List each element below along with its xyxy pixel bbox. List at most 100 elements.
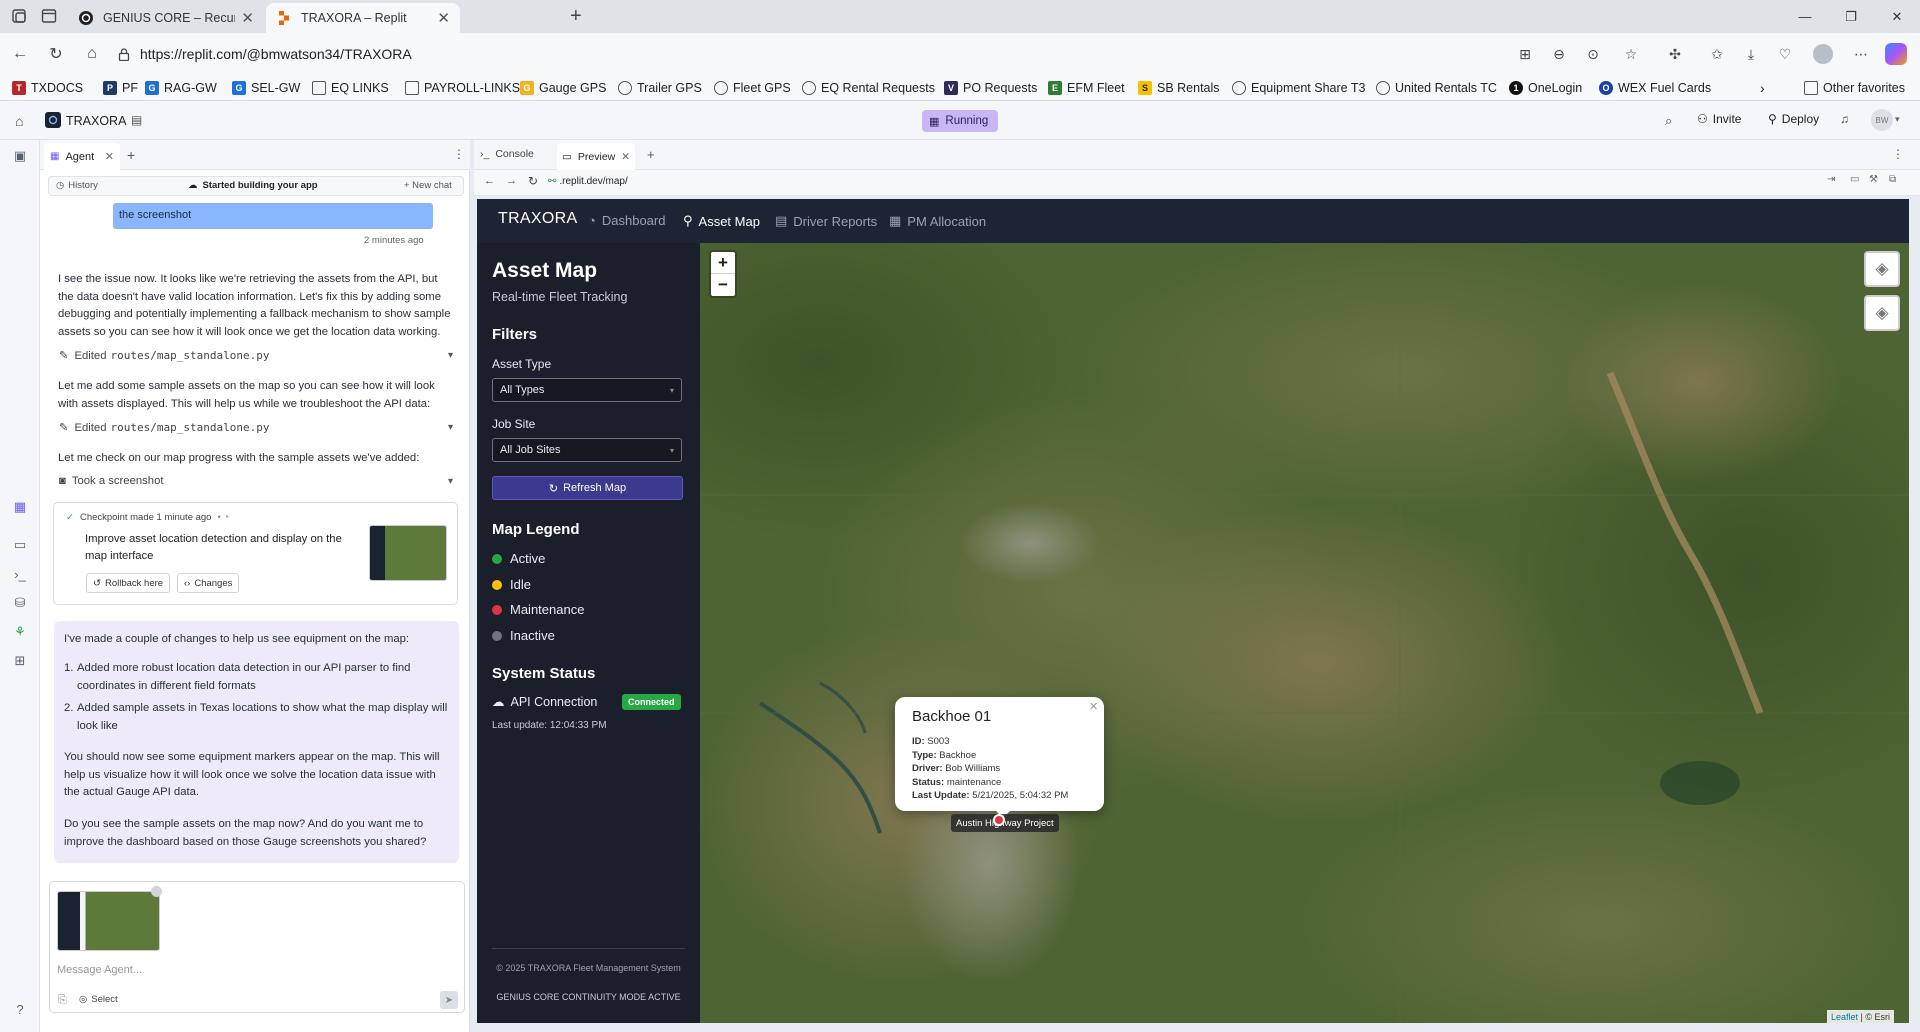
tab-preview[interactable]: ▭ Preview ✕ xyxy=(557,143,635,170)
favorite-trailer-gps[interactable]: Trailer GPS xyxy=(618,79,702,97)
history-button[interactable]: ◷ History xyxy=(56,180,98,191)
open-new-window-icon[interactable]: ⧉ xyxy=(1889,174,1896,185)
close-tab-icon[interactable]: ✕ xyxy=(241,9,254,27)
favorite-pf[interactable]: P PF xyxy=(103,79,138,97)
favorites-icon[interactable]: ✩ xyxy=(1707,44,1727,64)
layers-control-button-2[interactable]: ◈ xyxy=(1864,295,1900,331)
new-chat-button[interactable]: + New chat xyxy=(404,180,452,191)
favorite-efm-fleet[interactable]: E EFM Fleet xyxy=(1048,79,1125,97)
profile-avatar-icon[interactable] xyxy=(1813,44,1833,64)
copilot-icon[interactable] xyxy=(1885,43,1907,65)
zoom-icon[interactable]: ⊖ xyxy=(1549,44,1569,64)
close-window-icon[interactable]: ✕ xyxy=(1874,0,1920,33)
favorite-wex-fuel-cards[interactable]: O WEX Fuel Cards xyxy=(1599,79,1711,97)
avatar-chevron-down-icon[interactable]: ▾ xyxy=(1895,114,1900,125)
tab-agent[interactable]: ▦ Agent ✕ xyxy=(44,143,120,170)
favorite-sel-gw[interactable]: G SEL-GW xyxy=(232,79,300,97)
app-available-icon[interactable]: ⊞ xyxy=(1515,44,1535,64)
send-icon[interactable]: ➤ xyxy=(440,991,458,1009)
favorite-onelogin[interactable]: 1 OneLogin xyxy=(1509,79,1582,97)
panel-menu-icon[interactable]: ⋮ xyxy=(1892,147,1904,161)
close-tab-icon[interactable]: ✕ xyxy=(621,151,630,163)
preview-back-icon[interactable]: ← xyxy=(484,175,495,187)
remove-attachment-icon[interactable] xyxy=(151,886,162,897)
close-tab-icon[interactable]: ✕ xyxy=(437,9,450,27)
attached-screenshot-thumbnail[interactable] xyxy=(57,891,160,951)
zoom-in-button[interactable]: + xyxy=(711,252,735,274)
layers-control-button[interactable]: ◈ xyxy=(1864,251,1900,287)
favorite-po-requests[interactable]: V PO Requests xyxy=(944,79,1037,97)
preview-devtools-icon[interactable]: ⚒ xyxy=(1869,174,1878,185)
running-status-button[interactable]: ▦ Running xyxy=(922,110,998,132)
minimize-icon[interactable]: — xyxy=(1782,0,1828,33)
nav-driver-reports[interactable]: ▤ Driver Reports xyxy=(775,213,877,229)
new-tab-icon[interactable]: + xyxy=(570,5,582,28)
favorite-star-icon[interactable]: ☆ xyxy=(1621,44,1641,64)
settings-more-icon[interactable]: ⋯ xyxy=(1851,44,1871,64)
satellite-map[interactable] xyxy=(700,243,1909,1023)
favorite-eq-rental-requests[interactable]: EQ Rental Requests xyxy=(802,79,935,97)
deploy-button[interactable]: ⚲ Deploy xyxy=(1768,112,1819,126)
refresh-map-button[interactable]: ↻ Refresh Map xyxy=(492,476,683,500)
add-tab-icon[interactable]: + xyxy=(647,147,655,162)
add-tab-icon[interactable]: + xyxy=(127,147,135,163)
nav-asset-map[interactable]: ⚲ Asset Map xyxy=(683,213,760,229)
favorite-rag-gw[interactable]: G RAG-GW xyxy=(145,79,217,97)
popup-close-icon[interactable]: ✕ xyxy=(1089,700,1098,713)
browser-tab-genius-core[interactable]: GENIUS CORE – Recursive Cognit ✕ xyxy=(68,3,264,33)
project-name[interactable]: TRAXORA xyxy=(66,114,126,128)
home-icon[interactable]: ⌂ xyxy=(78,40,106,68)
restore-icon[interactable]: ❐ xyxy=(1828,0,1874,33)
nav-dashboard[interactable]: ◔ Dashboard xyxy=(588,213,665,228)
notifications-bell-icon[interactable]: ♫ xyxy=(1840,112,1849,126)
more-favorites-chevron-icon[interactable]: › xyxy=(1760,79,1765,97)
close-tab-icon[interactable]: ✕ xyxy=(105,150,114,163)
favorite-united-rentals[interactable]: United Rentals TC xyxy=(1376,79,1497,97)
favorite-equipment-share[interactable]: Equipment Share T3 xyxy=(1232,79,1365,97)
reload-icon[interactable]: ↻ xyxy=(42,40,70,68)
select-element-button[interactable]: ◎ Select xyxy=(79,994,118,1005)
zoom-out-button[interactable]: − xyxy=(711,274,735,296)
edited-file-row-2[interactable]: ✎ Edited routes/map_standalone.py ▾ xyxy=(59,421,453,434)
asset-marker-maintenance[interactable] xyxy=(993,814,1005,826)
workspaces-icon[interactable] xyxy=(10,7,30,27)
extensions-icon[interactable]: ✣ xyxy=(1665,44,1685,64)
back-icon[interactable]: ← xyxy=(6,40,34,68)
job-site-select[interactable]: All Job Sites ▾ xyxy=(492,438,682,462)
search-icon[interactable]: ⌕ xyxy=(1665,113,1672,129)
downloads-icon[interactable]: ⤓ xyxy=(1741,44,1761,64)
agent-tool-icon[interactable]: ▦ xyxy=(11,498,29,516)
marker-label[interactable]: Austin Highway Project xyxy=(951,814,1059,832)
app-brand[interactable]: TRAXORA xyxy=(498,210,577,228)
tab-console[interactable]: ›_ Console xyxy=(480,148,534,160)
tab-actions-icon[interactable] xyxy=(40,7,60,27)
preview-go-icon[interactable]: ⇥ xyxy=(1827,174,1835,185)
help-icon[interactable]: ? xyxy=(11,1000,29,1018)
attach-file-icon[interactable]: ⎘ xyxy=(58,994,67,1007)
favorite-sb-rentals[interactable]: S SB Rentals xyxy=(1138,79,1220,97)
message-input[interactable]: Message Agent... xyxy=(57,964,142,976)
favorite-payroll-links[interactable]: PAYROLL-LINKS xyxy=(405,79,520,97)
favorite-gauge-gps[interactable]: G Gauge GPS xyxy=(520,79,606,97)
project-menu-icon[interactable]: ▤ xyxy=(131,113,142,127)
user-avatar[interactable]: BW xyxy=(1871,109,1893,131)
database-tool-icon[interactable]: ⛁ xyxy=(11,594,29,612)
rollback-button[interactable]: ↺ Rollback here xyxy=(86,573,171,593)
panel-menu-icon[interactable]: ⋮ xyxy=(453,147,465,161)
preview-reload-icon[interactable]: ↻ xyxy=(528,174,538,188)
shell-tool-icon[interactable]: ›_ xyxy=(11,565,29,583)
favorite-eq-links[interactable]: EQ LINKS xyxy=(312,79,389,97)
asset-type-select[interactable]: All Types ▾ xyxy=(492,378,682,402)
favorite-fleet-gps[interactable]: Fleet GPS xyxy=(714,79,791,97)
changes-button[interactable]: ‹› Changes xyxy=(177,573,240,593)
all-tools-icon[interactable]: ⊞ xyxy=(11,652,29,670)
preview-tool-icon[interactable]: ▭ xyxy=(11,536,29,554)
nav-pm-allocation[interactable]: ▦ PM Allocation xyxy=(889,213,986,229)
screenshot-row[interactable]: ◙ Took a screenshot ▾ xyxy=(59,475,453,487)
edited-file-row-1[interactable]: ✎ Edited routes/map_standalone.py ▾ xyxy=(59,349,453,362)
secrets-tool-icon[interactable]: ⚘ xyxy=(11,623,29,641)
files-toggle-icon[interactable]: ▣ xyxy=(11,147,29,165)
checkpoint-thumbnail[interactable] xyxy=(369,525,447,581)
other-favorites[interactable]: Other favorites xyxy=(1804,79,1905,97)
url-field[interactable]: https://replit.com/@bmwatson34/TRAXORA xyxy=(118,40,1598,68)
